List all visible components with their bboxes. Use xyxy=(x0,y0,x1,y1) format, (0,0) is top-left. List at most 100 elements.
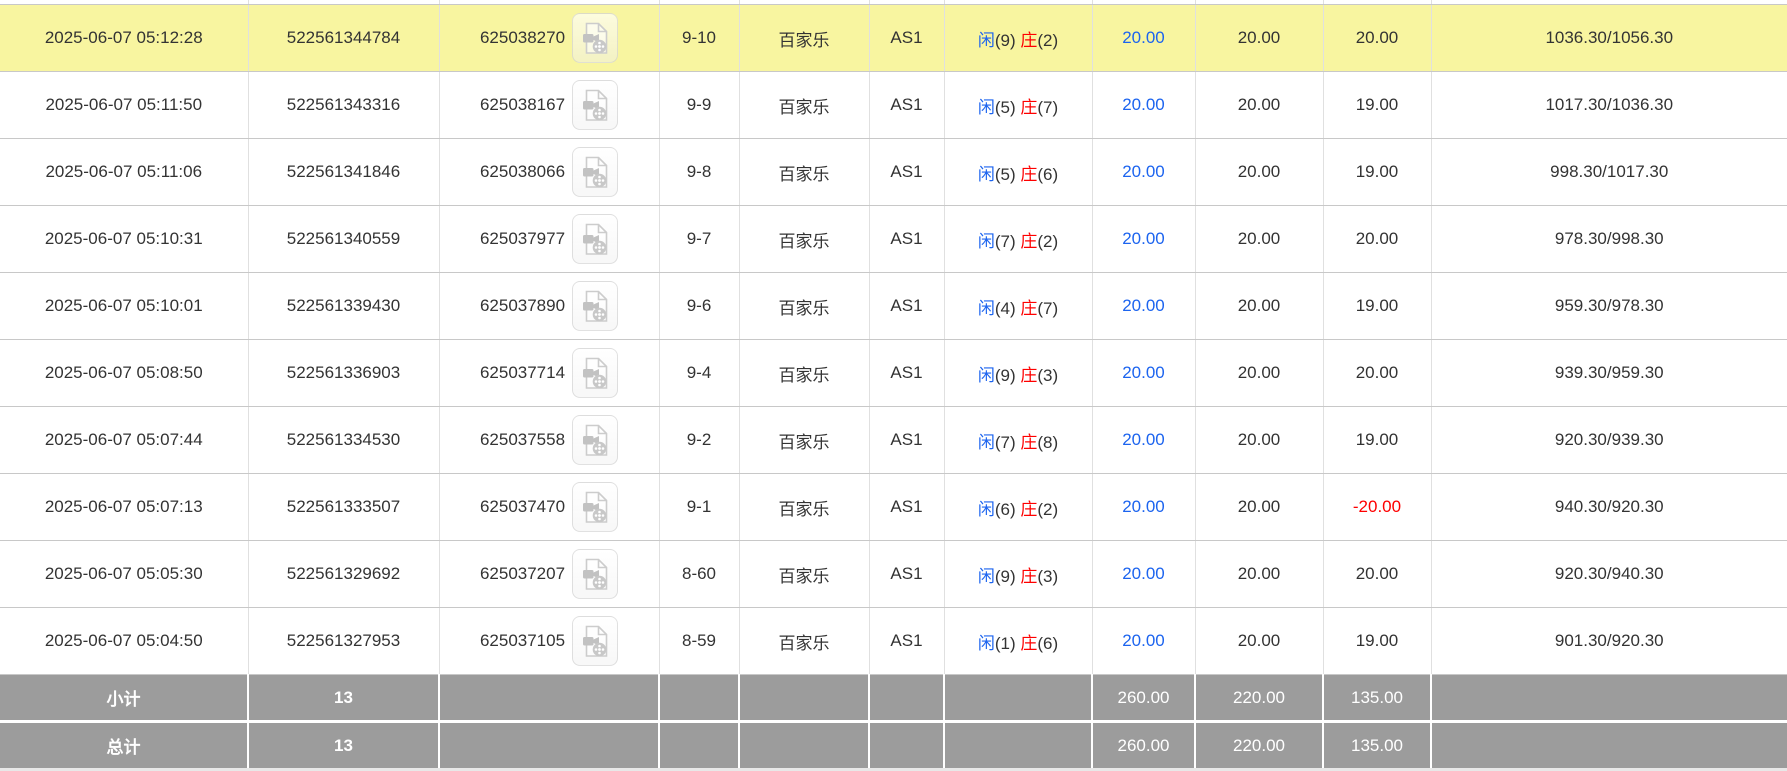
bet-amount-link[interactable]: 20.00 xyxy=(1122,631,1165,650)
result-player-score: (6) xyxy=(995,500,1016,519)
video-replay-button[interactable] xyxy=(572,549,618,599)
cell-win-loss: 19.00 xyxy=(1323,72,1431,139)
cell-game-type: 百家乐 xyxy=(739,541,869,608)
cell-table-name: AS1 xyxy=(869,541,944,608)
summary-empty-cell xyxy=(439,675,659,722)
result-player-score: (9) xyxy=(995,31,1016,50)
video-replay-icon xyxy=(581,223,609,256)
cell-table-name: AS1 xyxy=(869,5,944,72)
cell-bet-id: 522561327953 xyxy=(248,608,439,675)
cell-bet-amount: 20.00 xyxy=(1092,474,1195,541)
cell-balance: 1017.30/1036.30 xyxy=(1431,72,1787,139)
video-replay-button[interactable] xyxy=(572,147,618,197)
video-replay-button[interactable] xyxy=(572,616,618,666)
video-replay-button[interactable] xyxy=(572,482,618,532)
cell-game-type: 百家乐 xyxy=(739,139,869,206)
summary-valid-total: 220.00 xyxy=(1195,675,1323,722)
cell-game-type: 百家乐 xyxy=(739,474,869,541)
video-replay-button[interactable] xyxy=(572,281,618,331)
cell-valid-amount: 20.00 xyxy=(1195,541,1323,608)
result-banker-score: (6) xyxy=(1037,634,1058,653)
cell-game-type: 百家乐 xyxy=(739,608,869,675)
result-player-score: (4) xyxy=(995,299,1016,318)
cell-round-id: 625038167 xyxy=(439,72,659,139)
round-id-text: 625037470 xyxy=(480,497,565,517)
cell-bet-amount: 20.00 xyxy=(1092,5,1195,72)
cell-win-loss: 20.00 xyxy=(1323,206,1431,273)
bet-amount-link[interactable]: 20.00 xyxy=(1122,497,1165,516)
cell-bet-time: 2025-06-07 05:10:01 xyxy=(0,273,248,340)
cell-bet-amount: 20.00 xyxy=(1092,72,1195,139)
cell-win-loss: -20.00 xyxy=(1323,474,1431,541)
video-replay-button[interactable] xyxy=(572,80,618,130)
cell-balance: 998.30/1017.30 xyxy=(1431,139,1787,206)
bet-amount-link[interactable]: 20.00 xyxy=(1122,564,1165,583)
cell-round-number: 9-7 xyxy=(659,206,739,273)
cell-win-loss: 20.00 xyxy=(1323,5,1431,72)
cell-result: 闲(9) 庄(3) xyxy=(944,541,1092,608)
round-id-text: 625037890 xyxy=(480,296,565,316)
cell-result: 闲(1) 庄(6) xyxy=(944,608,1092,675)
cell-bet-time: 2025-06-07 05:10:31 xyxy=(0,206,248,273)
table-row: 2025-06-07 05:07:13 522561333507 6250374… xyxy=(0,474,1787,541)
summary-empty-cell xyxy=(739,675,869,722)
table-row: 2025-06-07 05:07:44 522561334530 6250375… xyxy=(0,407,1787,474)
bet-amount-link[interactable]: 20.00 xyxy=(1122,28,1165,47)
cell-round-number: 9-6 xyxy=(659,273,739,340)
summary-empty-cell xyxy=(659,722,739,769)
bet-amount-link[interactable]: 20.00 xyxy=(1122,95,1165,114)
round-id-text: 625038270 xyxy=(480,28,565,48)
cell-bet-id: 522561341846 xyxy=(248,139,439,206)
video-replay-button[interactable] xyxy=(572,348,618,398)
video-replay-button[interactable] xyxy=(572,415,618,465)
round-id-text: 625037105 xyxy=(480,631,565,651)
table-row: 2025-06-07 05:10:01 522561339430 6250378… xyxy=(0,273,1787,340)
result-banker-score: (6) xyxy=(1037,165,1058,184)
video-replay-button[interactable] xyxy=(572,13,618,63)
result-player-score: (9) xyxy=(995,567,1016,586)
cell-round-number: 9-9 xyxy=(659,72,739,139)
result-banker-score: (2) xyxy=(1037,500,1058,519)
result-player-label: 闲 xyxy=(978,500,995,519)
cell-bet-amount: 20.00 xyxy=(1092,608,1195,675)
result-player-label: 闲 xyxy=(978,232,995,251)
cell-valid-amount: 20.00 xyxy=(1195,5,1323,72)
summary-empty-cell xyxy=(944,675,1092,722)
summary-count: 13 xyxy=(248,722,439,769)
result-banker-score: (7) xyxy=(1037,98,1058,117)
round-id-text: 625037977 xyxy=(480,229,565,249)
cell-game-type: 百家乐 xyxy=(739,206,869,273)
result-banker-label: 庄 xyxy=(1020,299,1037,318)
result-player-score: (1) xyxy=(995,634,1016,653)
cell-balance: 920.30/940.30 xyxy=(1431,541,1787,608)
bet-amount-link[interactable]: 20.00 xyxy=(1122,229,1165,248)
cell-table-name: AS1 xyxy=(869,474,944,541)
video-replay-icon xyxy=(581,424,609,457)
cell-win-loss: 19.00 xyxy=(1323,608,1431,675)
summary-empty-cell xyxy=(1431,675,1787,722)
result-player-label: 闲 xyxy=(978,98,995,117)
cell-game-type: 百家乐 xyxy=(739,5,869,72)
video-replay-button[interactable] xyxy=(572,214,618,264)
table-row: 2025-06-07 05:11:06 522561341846 6250380… xyxy=(0,139,1787,206)
result-player-label: 闲 xyxy=(978,299,995,318)
cell-round-id: 625037207 xyxy=(439,541,659,608)
cell-bet-time: 2025-06-07 05:11:06 xyxy=(0,139,248,206)
bet-amount-link[interactable]: 20.00 xyxy=(1122,162,1165,181)
video-replay-icon xyxy=(581,22,609,55)
cell-game-type: 百家乐 xyxy=(739,407,869,474)
cell-bet-id: 522561336903 xyxy=(248,340,439,407)
table-row: 2025-06-07 05:11:50 522561343316 6250381… xyxy=(0,72,1787,139)
bet-amount-link[interactable]: 20.00 xyxy=(1122,363,1165,382)
cell-table-name: AS1 xyxy=(869,407,944,474)
summary-empty-cell xyxy=(659,675,739,722)
video-replay-icon xyxy=(581,625,609,658)
cell-table-name: AS1 xyxy=(869,72,944,139)
bet-amount-link[interactable]: 20.00 xyxy=(1122,430,1165,449)
summary-bet-total: 260.00 xyxy=(1092,675,1195,722)
cell-win-loss: 19.00 xyxy=(1323,273,1431,340)
cell-round-number: 9-8 xyxy=(659,139,739,206)
cell-bet-amount: 20.00 xyxy=(1092,273,1195,340)
bet-history-table: 2025-06-07 05:12:28 522561344784 6250382… xyxy=(0,0,1787,768)
bet-amount-link[interactable]: 20.00 xyxy=(1122,296,1165,315)
